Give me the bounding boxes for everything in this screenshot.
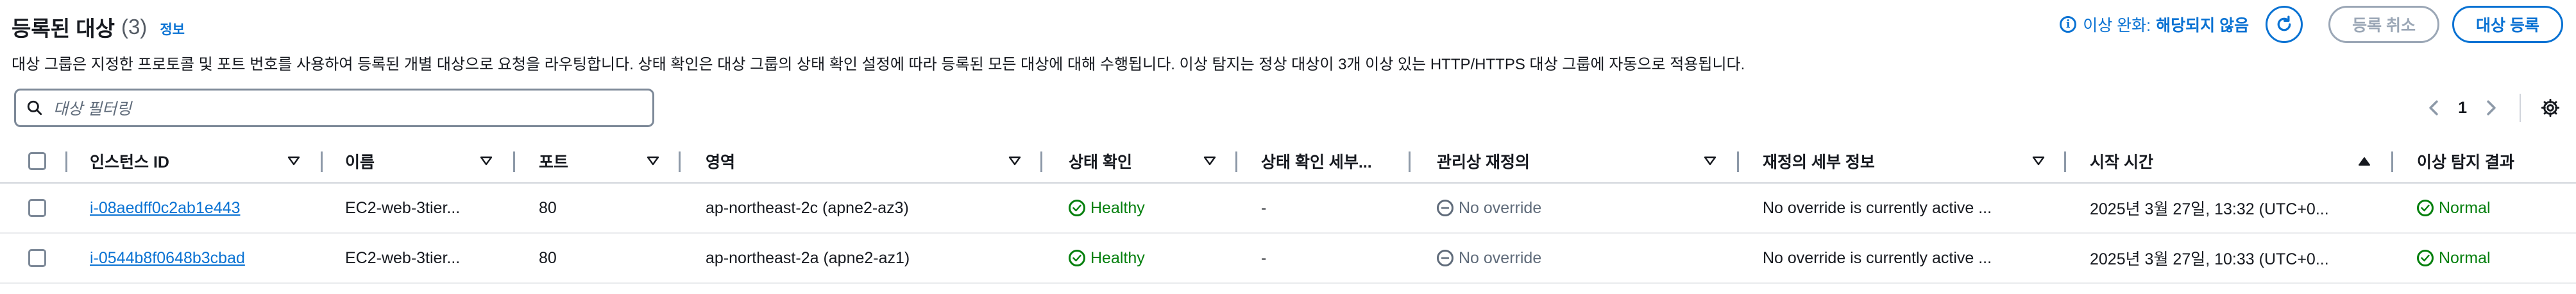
override-label: No override [1459,198,1542,217]
instance-id-link[interactable]: i-08aedff0c2ab1e443 [90,184,308,232]
instance-name: EC2-web-3tier... [345,198,461,217]
pagination-divider [2520,94,2521,122]
zone-value: ap-northeast-2c (apne2-az3) [706,198,909,217]
check-circle-icon [1069,200,1085,216]
check-circle-icon [2417,200,2434,216]
port-value: 80 [539,198,557,217]
anomaly-result: Normal [2417,184,2571,232]
column-divider [65,151,67,172]
column-divider [1040,151,1042,172]
register-targets-button[interactable]: 대상 등록 [2452,6,2563,43]
select-all-checkbox[interactable] [28,152,46,170]
anomaly-label: Normal [2439,198,2491,217]
sort-icon[interactable] [2032,140,2045,182]
search-icon [27,100,42,116]
row-checkbox[interactable] [28,249,46,267]
search-placeholder: 대상 필터링 [53,100,131,118]
sort-ascending-icon[interactable] [2358,140,2371,182]
health-status: Healthy [1069,184,1223,232]
health-label: Healthy [1090,248,1145,267]
sort-icon[interactable] [647,140,659,182]
previous-page-button[interactable] [2421,95,2446,121]
pagination: 1 [2421,90,2563,126]
page-description: 대상 그룹은 지정한 프로토콜 및 포트 번호를 사용하여 등록된 개별 대상으… [12,56,1745,73]
refresh-icon [2277,15,2291,31]
row-select-cell [28,184,54,232]
override-status: No override [1437,234,1719,282]
chevron-right-icon [2487,100,2496,116]
info-icon: i [2060,16,2077,33]
override-detail: No override is currently active ... [1763,248,1992,267]
target-count: (3) [121,15,148,39]
search-input[interactable]: 대상 필터링 [14,89,654,127]
table-row[interactable]: i-0544b8f0648b3cbad EC2-web-3tier... 80 … [0,234,2576,284]
override-detail: No override is currently active ... [1763,198,1992,217]
instance-id-link[interactable]: i-0544b8f0648b3cbad [90,234,308,282]
page-header: 등록된 대상 (3) 정보 [12,9,185,45]
anomaly-label: 이상 완화: [2083,17,2151,35]
select-all-cell [28,140,54,182]
column-divider [1737,151,1739,172]
override-label: No override [1459,248,1542,267]
sort-icon[interactable] [480,140,493,182]
anomaly-label: Normal [2439,248,2491,267]
table-settings-button[interactable] [2538,95,2563,121]
column-header-health-detail[interactable]: 상태 확인 세부... [1261,140,1428,182]
check-circle-icon [1069,250,1085,266]
row-checkbox[interactable] [28,199,46,217]
column-header-name[interactable]: 이름 [345,140,473,182]
column-divider [513,151,515,172]
column-divider [1409,151,1411,172]
override-status: No override [1437,184,1719,232]
launch-time: 2025년 3월 27일, 10:33 (UTC+0... [2090,250,2329,268]
refresh-button[interactable] [2266,6,2303,43]
column-header-launch-time[interactable]: 시작 시간 [2090,140,2282,182]
current-page[interactable]: 1 [2458,99,2467,117]
table-header: 인스턴스 ID 이름 포트 영역 상태 확인 상태 확인 세부... 관리상 재… [0,140,2576,184]
column-header-health[interactable]: 상태 확인 [1069,140,1197,182]
table-row[interactable]: i-08aedff0c2ab1e443 EC2-web-3tier... 80 … [0,184,2576,234]
anomaly-value: 해당되지 않음 [2156,17,2250,35]
column-header-override-detail[interactable]: 재정의 세부 정보 [1763,140,2019,182]
minus-circle-icon [1437,200,1453,216]
sort-icon[interactable] [1008,140,1021,182]
header-actions: i 이상 완화: 해당되지 않음 등록 취소 대상 등록 [2060,4,2563,45]
deregister-button[interactable]: 등록 취소 [2328,6,2440,43]
column-header-zone[interactable]: 영역 [706,140,962,182]
check-circle-icon [2417,250,2434,266]
port-value: 80 [539,248,557,267]
sort-icon[interactable] [287,140,300,182]
instance-name: EC2-web-3tier... [345,248,461,267]
health-detail: - [1261,198,1267,217]
column-divider [2391,151,2393,172]
settings-icon [2541,98,2560,117]
column-divider [2064,151,2066,172]
column-header-instance-id[interactable]: 인스턴스 ID [90,140,276,182]
health-label: Healthy [1090,198,1145,217]
column-header-anomaly[interactable]: 이상 탐지 결과 [2417,140,2571,182]
anomaly-mitigation[interactable]: i 이상 완화: 해당되지 않음 [2060,13,2249,36]
column-divider [321,151,323,172]
column-divider [679,151,681,172]
minus-circle-icon [1437,250,1453,266]
info-link[interactable]: 정보 [160,19,185,39]
next-page-button[interactable] [2479,95,2504,121]
health-detail: - [1261,248,1267,267]
health-status: Healthy [1069,234,1223,282]
anomaly-result: Normal [2417,234,2571,282]
zone-value: ap-northeast-2a (apne2-az1) [706,248,910,267]
launch-time: 2025년 3월 27일, 13:32 (UTC+0... [2090,200,2329,218]
column-divider [1235,151,1237,172]
sort-icon[interactable] [1704,140,1716,182]
sort-icon[interactable] [1203,140,1216,182]
row-select-cell [28,234,54,282]
chevron-left-icon [2429,100,2438,116]
page-title: 등록된 대상 [12,17,115,40]
column-header-port[interactable]: 포트 [539,140,641,182]
column-header-override[interactable]: 관리상 재정의 [1437,140,1668,182]
